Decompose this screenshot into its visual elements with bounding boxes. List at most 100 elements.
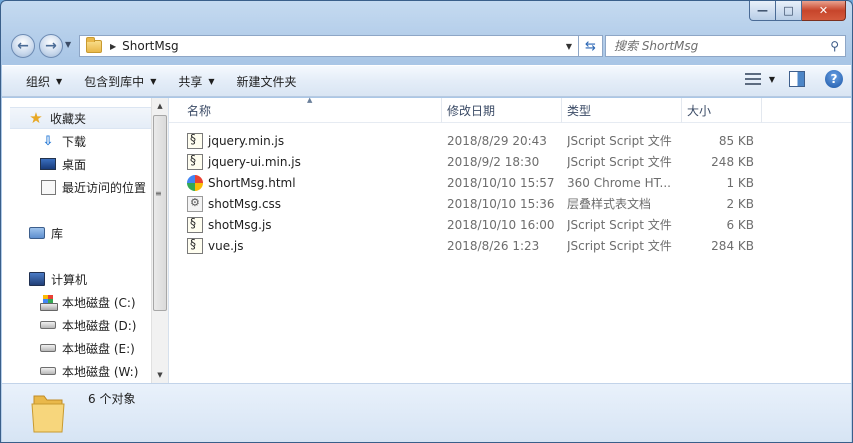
search-box[interactable]: ⚲: [605, 35, 846, 57]
toolbar-right: ▼ ?: [744, 70, 843, 88]
preview-pane-icon[interactable]: [789, 71, 805, 87]
nav-drive-d[interactable]: 本地磁盘 (D:): [40, 314, 136, 336]
column-header: 名称 ▲ 修改日期 类型 大小: [169, 96, 851, 123]
library-icon: [29, 225, 45, 241]
scroll-down-icon[interactable]: ▼: [152, 367, 168, 383]
scroll-thumb[interactable]: [153, 115, 167, 311]
nav-computer[interactable]: 计算机: [29, 268, 87, 290]
file-name: ShortMsg.html: [208, 175, 296, 190]
drive-icon: [40, 363, 56, 379]
view-options-icon[interactable]: [744, 71, 761, 87]
chevron-down-icon: ▼: [208, 76, 215, 86]
view-dropdown-icon[interactable]: ▼: [769, 75, 775, 84]
nav-downloads[interactable]: ⇩ 下载: [40, 130, 86, 152]
star-icon: ★: [29, 109, 43, 127]
file-type: JScript Script 文件: [567, 218, 672, 232]
file-name-cell[interactable]: ShortMsg.html: [187, 172, 296, 193]
forward-button[interactable]: →: [39, 34, 63, 58]
css-file-icon: [187, 195, 203, 212]
file-name-cell[interactable]: shotMsg.css: [187, 193, 281, 214]
file-type: 层叠样式表文档: [567, 197, 652, 211]
file-date: 2018/8/29 20:43: [447, 133, 547, 148]
folder-large-icon: [31, 395, 65, 433]
file-row[interactable]: shotMsg.css 2018/10/10 15:36 层叠样式表文档 2 K…: [169, 193, 851, 214]
search-icon[interactable]: ⚲: [830, 39, 839, 53]
column-type[interactable]: 类型: [567, 98, 591, 123]
js-file-icon: [187, 216, 203, 233]
file-row[interactable]: vue.js 2018/8/26 1:23 JScript Script 文件 …: [169, 235, 851, 256]
file-date: 2018/10/10 16:00: [447, 217, 555, 232]
file-size: 2 KB: [726, 196, 754, 211]
main-area: ★ 收藏夹 ⇩ 下载 桌面 最近访问的位置 库 计算机 本地磁盘 (C:) 本地…: [2, 96, 851, 383]
include-in-library-button[interactable]: 包含到库中 ▼: [76, 69, 164, 93]
nav-drive-e-label: 本地磁盘 (E:): [62, 341, 135, 356]
nav-scrollbar[interactable]: ▲ ≡ ▼: [151, 98, 168, 383]
back-button[interactable]: ←: [11, 34, 35, 58]
search-input[interactable]: [614, 39, 814, 53]
windows-drive-icon: [40, 294, 58, 311]
file-type: 360 Chrome HT...: [567, 175, 671, 190]
drive-icon: [40, 340, 56, 356]
arrow-left-icon: ←: [17, 38, 29, 54]
nav-drive-c-label: 本地磁盘 (C:): [62, 295, 136, 310]
file-row[interactable]: shotMsg.js 2018/10/10 16:00 JScript Scri…: [169, 214, 851, 235]
chevron-down-icon: ▼: [150, 76, 157, 86]
nav-drive-w[interactable]: 本地磁盘 (W:): [40, 360, 138, 382]
nav-drive-e[interactable]: 本地磁盘 (E:): [40, 337, 135, 359]
chrome-html-file-icon: [187, 174, 203, 191]
file-name-cell[interactable]: shotMsg.js: [187, 214, 272, 235]
organize-button[interactable]: 组织 ▼: [18, 69, 70, 93]
column-separator[interactable]: [681, 98, 682, 123]
close-button[interactable]: ✕: [802, 1, 846, 21]
file-size: 1 KB: [726, 175, 754, 190]
help-icon[interactable]: ?: [825, 70, 843, 88]
share-button[interactable]: 共享 ▼: [170, 69, 222, 93]
maximize-button[interactable]: □: [776, 1, 802, 21]
breadcrumb-chevron-icon[interactable]: ▶: [110, 42, 116, 51]
column-separator[interactable]: [761, 98, 762, 123]
nav-desktop[interactable]: 桌面: [40, 153, 86, 175]
download-icon: ⇩: [42, 133, 54, 149]
file-name: jquery.min.js: [208, 133, 285, 148]
scroll-up-icon[interactable]: ▲: [152, 98, 168, 114]
column-name[interactable]: 名称: [187, 98, 211, 123]
column-size[interactable]: 大小: [687, 98, 711, 123]
nav-recent-places[interactable]: 最近访问的位置: [40, 176, 146, 198]
file-row[interactable]: ShortMsg.html 2018/10/10 15:57 360 Chrom…: [169, 172, 851, 193]
js-file-icon: [187, 237, 203, 254]
file-date: 2018/10/10 15:57: [447, 175, 555, 190]
address-dropdown-icon[interactable]: ▼: [566, 42, 572, 51]
nav-drive-w-label: 本地磁盘 (W:): [62, 364, 139, 379]
new-folder-label: 新建文件夹: [236, 74, 297, 89]
column-separator[interactable]: [561, 98, 562, 123]
drive-icon: [40, 317, 56, 333]
breadcrumb-current[interactable]: ShortMsg: [122, 39, 178, 53]
address-bar[interactable]: ▶ ShortMsg ▼: [79, 35, 579, 57]
file-name-cell[interactable]: jquery-ui.min.js: [187, 151, 301, 172]
file-name: jquery-ui.min.js: [208, 154, 301, 169]
file-row[interactable]: jquery-ui.min.js 2018/9/2 18:30 JScript …: [169, 151, 851, 172]
refresh-icon: ⇆: [585, 38, 596, 54]
computer-icon: [29, 271, 45, 287]
file-type: JScript Script 文件: [567, 239, 672, 253]
file-name-cell[interactable]: jquery.min.js: [187, 130, 284, 151]
new-folder-button[interactable]: 新建文件夹: [229, 69, 305, 93]
nav-favorites[interactable]: ★ 收藏夹: [10, 107, 151, 129]
file-row[interactable]: jquery.min.js 2018/8/29 20:43 JScript Sc…: [169, 130, 851, 151]
nav-libraries-label: 库: [51, 226, 64, 241]
column-date[interactable]: 修改日期: [447, 98, 495, 123]
file-size: 6 KB: [726, 217, 754, 232]
refresh-button[interactable]: ⇆: [579, 35, 603, 57]
column-separator[interactable]: [441, 98, 442, 123]
command-bar: 组织 ▼ 包含到库中 ▼ 共享 ▼ 新建文件夹 ▼ ?: [2, 65, 851, 97]
minimize-button[interactable]: —: [749, 1, 776, 21]
nav-recent-label: 最近访问的位置: [62, 180, 147, 195]
recent-pages-dropdown[interactable]: ▼: [65, 40, 71, 49]
file-name-cell[interactable]: vue.js: [187, 235, 244, 256]
column-name-label: 名称: [187, 104, 212, 118]
desktop-icon: [40, 156, 56, 172]
nav-drive-c[interactable]: 本地磁盘 (C:): [40, 291, 136, 313]
nav-libraries[interactable]: 库: [29, 222, 63, 244]
file-date: 2018/8/26 1:23: [447, 238, 540, 253]
address-row: ← → ▼ ▶ ShortMsg ▼ ⇆ ⚲: [9, 32, 846, 60]
